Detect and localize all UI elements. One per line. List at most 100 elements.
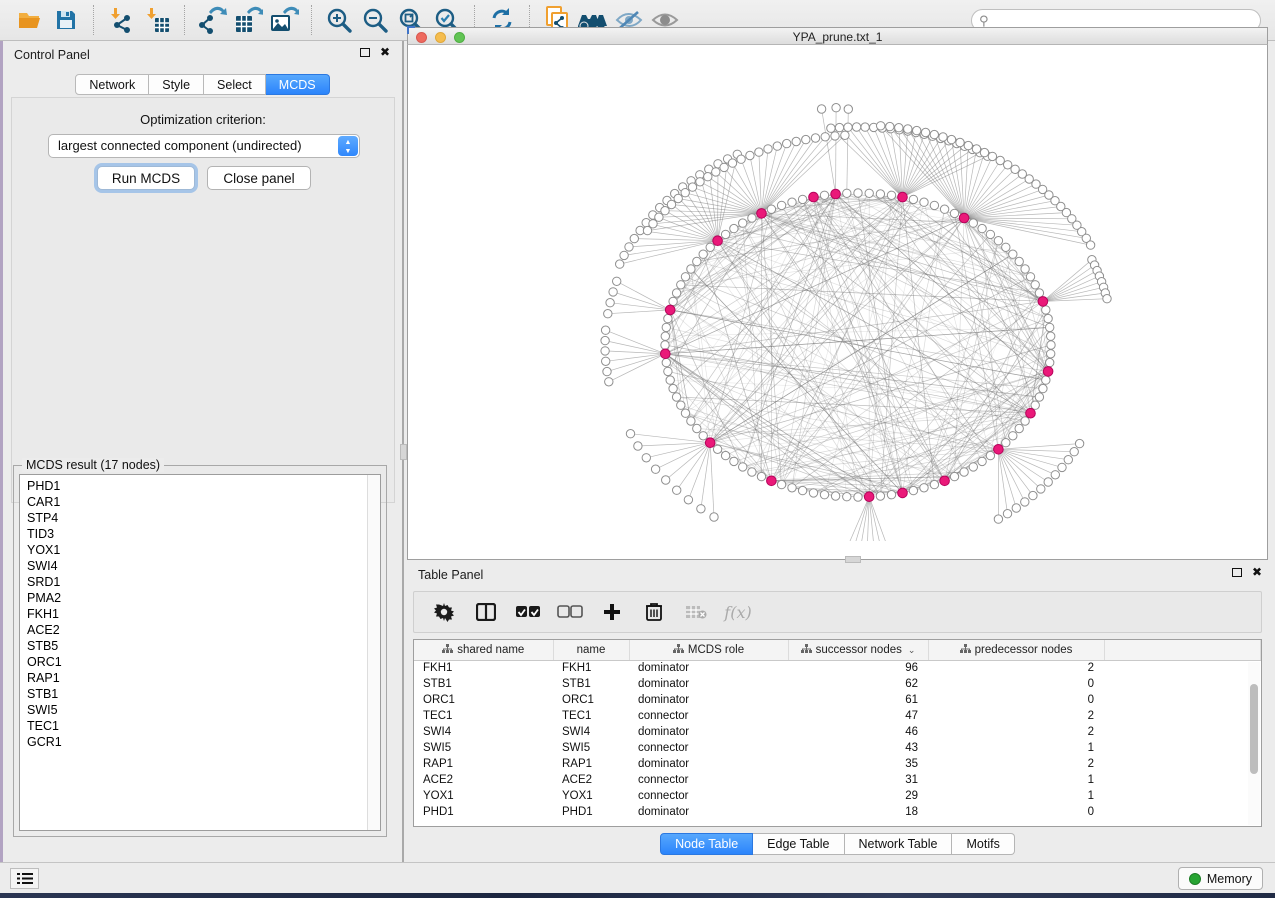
run-mcds-button[interactable]: Run MCDS [97,166,195,190]
table-panel: Table Panel ✖ f(x) [407,563,1268,858]
node-table-body: FKH1FKH1dominator962STB1STB1dominator620… [414,660,1261,820]
list-item[interactable]: PMA2 [27,590,380,606]
dropdown-value: largest connected component (undirected) [58,138,302,153]
list-item[interactable]: SWI5 [27,702,380,718]
table-row[interactable]: TEC1TEC1connector472 [414,708,1261,724]
memory-status-icon [1189,873,1201,885]
function-builder-icon: f(x) [724,597,752,627]
network-window-titlebar[interactable]: YPA_prune.txt_1 [407,27,1268,45]
list-item[interactable]: ORC1 [27,654,380,670]
tab-select[interactable]: Select [204,74,266,95]
mcds-options-box: Optimization criterion: largest connecte… [11,97,395,503]
create-column-icon[interactable] [598,597,626,627]
mcds-result-items: PHD1CAR1STP4TID3YOX1SWI4SRD1PMA2FKH1ACE2… [20,475,380,750]
close-panel-icon[interactable]: ✖ [380,47,390,57]
close-panel-button[interactable]: Close panel [207,166,311,190]
column-header-name[interactable]: name [553,640,629,660]
list-item[interactable]: TID3 [27,526,380,542]
tab-style[interactable]: Style [149,74,204,95]
mcds-result-title: MCDS result (17 nodes) [22,458,164,472]
list-item[interactable]: FKH1 [27,606,380,622]
table-scrollbar[interactable] [1248,662,1260,825]
zoom-in-icon[interactable] [321,4,357,36]
desktop-background-strip [0,893,1275,898]
export-image-icon[interactable] [266,4,302,36]
column-header-predecessor_nodes[interactable]: predecessor nodes [928,640,1104,660]
control-panel-tabs: NetworkStyleSelectMCDS [3,74,402,95]
table-row[interactable]: STB1STB1dominator620 [414,676,1261,692]
list-item[interactable]: SRD1 [27,574,380,590]
sort-indicator-icon: ⌄ [908,645,916,655]
tab-network[interactable]: Network [75,74,149,95]
vertical-splitter-handle[interactable] [400,444,407,460]
control-panel-title: Control Panel [14,48,90,62]
table-row[interactable]: PHD1PHD1dominator180 [414,804,1261,820]
table-row[interactable]: SWI5SWI5connector431 [414,740,1261,756]
table-toolbar: f(x) [413,591,1262,633]
list-item[interactable]: GCR1 [27,734,380,750]
network-title: YPA_prune.txt_1 [408,30,1267,44]
mcds-result-list[interactable]: PHD1CAR1STP4TID3YOX1SWI4SRD1PMA2FKH1ACE2… [19,474,381,831]
float-table-panel-icon[interactable] [1232,568,1242,577]
float-panel-icon[interactable] [360,48,370,57]
table-row[interactable]: YOX1YOX1connector291 [414,788,1261,804]
import-network-icon[interactable] [103,4,139,36]
table-row[interactable]: FKH1FKH1dominator962 [414,660,1261,676]
import-table-icon[interactable] [139,4,175,36]
task-history-button[interactable] [10,868,39,889]
focus-corner-mark [407,26,415,34]
list-item[interactable]: YOX1 [27,542,380,558]
list-item[interactable]: ACE2 [27,622,380,638]
export-table-icon[interactable] [230,4,266,36]
table-row[interactable]: RAP1RAP1dominator352 [414,756,1261,772]
show-columns-icon[interactable] [472,597,500,627]
list-item[interactable]: TEC1 [27,718,380,734]
result-scrollbar[interactable] [367,475,380,830]
tab-mcds[interactable]: MCDS [266,74,330,95]
table-row[interactable]: ACE2ACE2connector311 [414,772,1261,788]
column-header-successor_nodes[interactable]: successor nodes⌄ [788,640,928,660]
save-session-icon[interactable] [48,4,84,36]
deselect-all-rows-icon[interactable] [556,597,584,627]
control-panel: Control Panel ✖ NetworkStyleSelectMCDS O… [3,41,404,862]
tab-node-table[interactable]: Node Table [660,833,753,855]
tab-motifs[interactable]: Motifs [952,833,1014,855]
table-header-row: shared namenameMCDS rolesuccessor nodes⌄… [414,640,1261,660]
open-file-icon[interactable] [12,4,48,36]
table-row[interactable]: SWI4SWI4dominator462 [414,724,1261,740]
tab-network-table[interactable]: Network Table [845,833,953,855]
optimization-criterion-label: Optimization criterion: [12,112,394,127]
table-scrollbar-thumb[interactable] [1250,684,1258,774]
network-canvas[interactable] [408,45,1267,541]
column-header-mcds_role[interactable]: MCDS role [629,640,788,660]
export-network-icon[interactable] [194,4,230,36]
column-header-shared_name[interactable]: shared name [414,640,553,660]
list-item[interactable]: STB5 [27,638,380,654]
toolbar-separator [184,5,185,35]
list-item[interactable]: RAP1 [27,670,380,686]
table-panel-title: Table Panel [418,568,483,582]
list-item[interactable]: PHD1 [27,478,380,494]
status-bar: Memory [0,862,1275,893]
memory-button[interactable]: Memory [1178,867,1263,890]
zoom-out-icon[interactable] [357,4,393,36]
toolbar-separator [311,5,312,35]
delete-table-icon [682,597,710,627]
node-table[interactable]: shared namenameMCDS rolesuccessor nodes⌄… [413,639,1262,827]
table-panel-tabs: Node TableEdge TableNetwork TableMotifs [407,833,1268,855]
list-item[interactable]: CAR1 [27,494,380,510]
close-table-panel-icon[interactable]: ✖ [1252,567,1262,577]
tab-edge-table[interactable]: Edge Table [753,833,844,855]
toolbar-separator [93,5,94,35]
horizontal-splitter-handle[interactable] [845,556,861,563]
dropdown-stepper-icon: ▲▼ [338,136,358,156]
table-row[interactable]: ORC1ORC1dominator610 [414,692,1261,708]
list-item[interactable]: STP4 [27,510,380,526]
list-item[interactable]: STB1 [27,686,380,702]
optimization-criterion-dropdown[interactable]: largest connected component (undirected)… [48,134,360,158]
table-settings-gear-icon[interactable] [430,597,458,627]
memory-label: Memory [1207,872,1252,886]
list-item[interactable]: SWI4 [27,558,380,574]
select-all-rows-icon[interactable] [514,597,542,627]
delete-column-icon[interactable] [640,597,668,627]
